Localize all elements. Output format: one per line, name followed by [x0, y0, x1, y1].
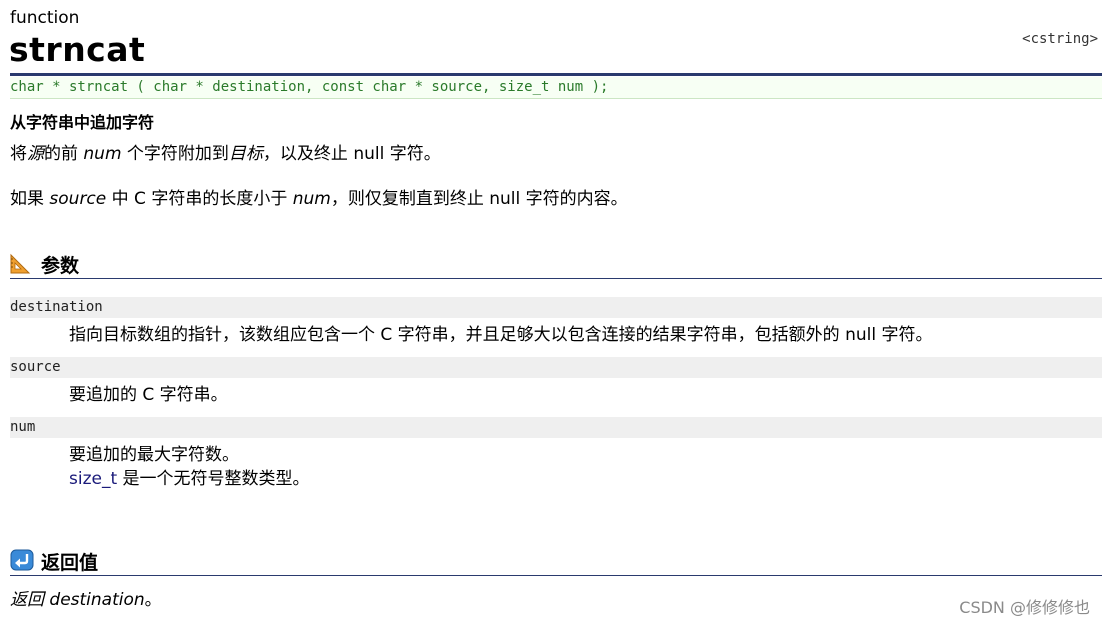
title-divider — [10, 73, 1102, 76]
reference-page: function strncat <cstring> char * strnca… — [0, 0, 1104, 623]
return-text: 返回 destination — [10, 590, 145, 610]
param-desc-destination: 指向目标数组的指针，该数组应包含一个 C 字符串，并且足够大以包含连接的结果字符… — [69, 325, 933, 345]
desc-emphasis: 源 — [27, 144, 44, 164]
parameters-section-title: 参数 — [41, 255, 80, 277]
desc-text: 的前 — [44, 144, 84, 164]
header-file-link[interactable]: <cstring> — [1022, 31, 1098, 47]
desc-emphasis: num — [83, 144, 122, 164]
desc-text: ，以及终止 null 字符。 — [262, 144, 441, 164]
param-desc-num-extra: size_t 是一个无符号整数类型。 — [69, 464, 310, 489]
return-arrow-icon — [10, 549, 34, 571]
desc-emphasis: source — [49, 189, 107, 209]
desc-text: ，则仅复制直到终止 null 字符的内容。 — [330, 189, 628, 209]
param-desc-num: 要追加的最大字符数。 — [69, 445, 239, 465]
return-description: 返回 destination。 — [10, 585, 162, 610]
page-title: strncat — [9, 30, 146, 69]
size-t-link[interactable]: size_t — [69, 469, 117, 489]
desc-text: 中 C 字符串的长度小于 — [106, 189, 293, 209]
description-line-2: 如果 source 中 C 字符串的长度小于 num，则仅复制直到终止 null… — [10, 184, 628, 209]
ruler-triangle-icon — [10, 253, 31, 274]
param-name-source: source — [10, 357, 1102, 378]
watermark: CSDN @修修修也 — [959, 598, 1090, 617]
desc-emphasis: 目标 — [228, 144, 263, 164]
param-name-destination: destination — [10, 297, 1102, 318]
desc-text: 个字符附加到 — [121, 144, 229, 164]
return-text-end: 。 — [144, 590, 162, 610]
return-section-header: 返回值 — [10, 547, 1102, 576]
description-title: 从字符串中追加字符 — [10, 113, 155, 132]
desc-text: 将 — [10, 144, 27, 164]
param-name-num: num — [10, 417, 1102, 438]
desc-emphasis: num — [292, 189, 331, 209]
param-desc-source: 要追加的 C 字符串。 — [69, 385, 228, 405]
parameters-section-header: 参数 — [10, 250, 1102, 279]
entity-kind-label: function — [10, 8, 80, 28]
param-extra-text: 是一个无符号整数类型。 — [117, 469, 310, 489]
return-section-title: 返回值 — [41, 552, 99, 574]
description-line-1: 将源的前 num 个字符附加到目标，以及终止 null 字符。 — [10, 139, 441, 164]
function-prototype: char * strncat ( char * destination, con… — [10, 77, 1102, 99]
desc-text: 如果 — [10, 189, 50, 209]
